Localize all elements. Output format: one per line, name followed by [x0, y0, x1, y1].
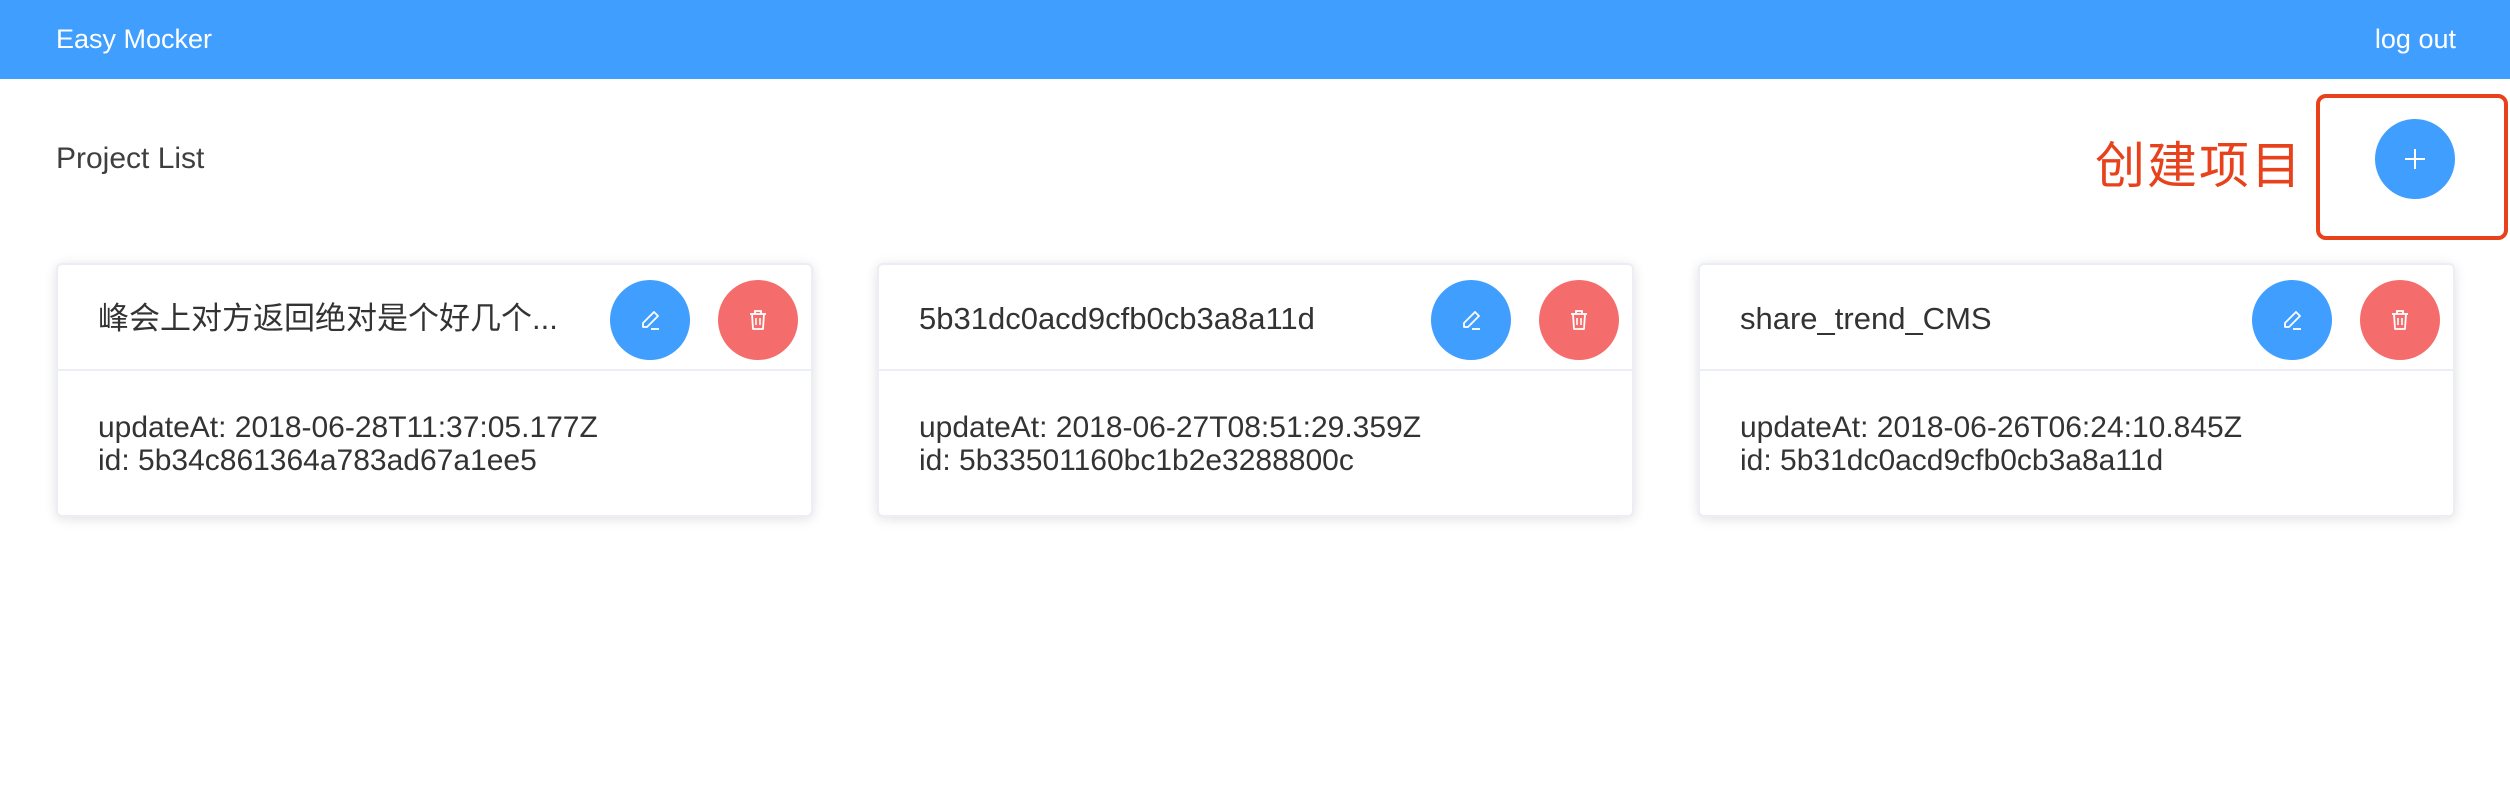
top-navbar: Easy Mocker log out	[0, 0, 2510, 79]
trash-icon	[1571, 310, 1587, 330]
edit-project-button[interactable]	[1431, 280, 1511, 360]
edit-project-button[interactable]	[2252, 280, 2332, 360]
project-card: share_trend_CMS updateAt: 2018-06-26T06:…	[1698, 263, 2455, 517]
trash-icon	[2392, 310, 2408, 330]
logout-link[interactable]: log out	[2375, 20, 2456, 58]
project-id: id: 5b34c861364a783ad67a1ee5	[98, 444, 537, 477]
project-card-body: updateAt: 2018-06-28T11:37:05.177Z id: 5…	[98, 411, 598, 477]
project-card: 峰会上对方返回绝对是个好几个... updateAt: 2018-06-28T1…	[56, 263, 813, 517]
add-project-button[interactable]	[2375, 119, 2455, 199]
project-name[interactable]: 5b31dc0acd9cfb0cb3a8a11d	[919, 299, 1419, 339]
edit-project-button[interactable]	[610, 280, 690, 360]
trash-icon	[750, 310, 766, 330]
project-card-header: 峰会上对方返回绝对是个好几个...	[58, 265, 811, 371]
edit-icon	[1463, 311, 1480, 330]
project-updated-at: updateAt: 2018-06-27T08:51:29.359Z	[919, 411, 1422, 444]
project-card-header: share_trend_CMS	[1700, 265, 2453, 371]
create-project-annotation: 创建项目	[2095, 137, 2303, 195]
delete-project-button[interactable]	[718, 280, 798, 360]
project-name[interactable]: share_trend_CMS	[1740, 299, 2240, 339]
edit-icon	[2284, 311, 2301, 330]
project-card-body: updateAt: 2018-06-27T08:51:29.359Z id: 5…	[919, 411, 1421, 477]
edit-icon	[642, 311, 659, 330]
project-card: 5b31dc0acd9cfb0cb3a8a11d updateAt: 2018-…	[877, 263, 1634, 517]
project-card-body: updateAt: 2018-06-26T06:24:10.845Z id: 5…	[1740, 411, 2242, 477]
page-title: Project List	[56, 142, 205, 175]
plus-icon	[2405, 149, 2425, 169]
project-id: id: 5b33501160bc1b2e3288800c	[919, 444, 1354, 477]
project-name[interactable]: 峰会上对方返回绝对是个好几个...	[98, 299, 598, 339]
project-card-header: 5b31dc0acd9cfb0cb3a8a11d	[879, 265, 1632, 371]
app-brand[interactable]: Easy Mocker	[56, 20, 212, 58]
delete-project-button[interactable]	[2360, 280, 2440, 360]
project-updated-at: updateAt: 2018-06-28T11:37:05.177Z	[98, 411, 598, 444]
project-updated-at: updateAt: 2018-06-26T06:24:10.845Z	[1740, 411, 2243, 444]
project-id: id: 5b31dc0acd9cfb0cb3a8a11d	[1740, 444, 2164, 477]
delete-project-button[interactable]	[1539, 280, 1619, 360]
